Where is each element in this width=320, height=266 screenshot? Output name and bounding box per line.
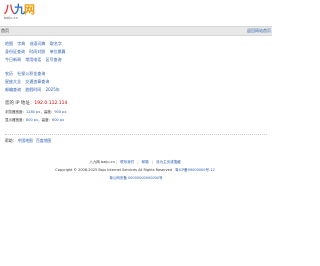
browser-size-label: 浏览器宽度：: [5, 110, 26, 114]
help-links: 帮助： 中国地图 百度地图: [5, 138, 53, 144]
link-row-6: 邮编查询 放假时间 2025年: [5, 86, 69, 94]
footer-site-name: 八九网: [89, 160, 100, 164]
page: 八九网 baiju.cn 首页 返回网站首页 地图 字典 成语词典 取名字 身份…: [0, 0, 272, 266]
screen-size-sep: ，高度：: [38, 118, 53, 122]
link-id-card-query[interactable]: 身份证查询: [5, 49, 25, 54]
footer-domain: baiju.cn: [101, 160, 115, 164]
ip-label: 您的 IP 地址：: [5, 101, 35, 106]
help-link-baidu-map[interactable]: 百度地图: [36, 138, 51, 143]
link-horoscope[interactable]: 星座大全: [5, 79, 21, 84]
link-map[interactable]: 地图: [5, 41, 13, 46]
link-row-2: 身份证查询 时间对照 单位换算: [5, 48, 69, 56]
help-link-china-map[interactable]: 中国地图: [18, 138, 33, 143]
home-breadcrumb[interactable]: 首页: [1, 28, 9, 34]
link-traffic-violation[interactable]: 交通违章查询: [25, 79, 49, 84]
police-record-link[interactable]: 粤公网安备 00000000000000号: [109, 176, 162, 180]
logo-glyphs: 八九网: [4, 3, 35, 16]
divider: [5, 134, 267, 135]
link-row-1: 地图 字典 成语词典 取名字: [5, 40, 69, 48]
back-to-home-link[interactable]: 返回网站首页: [247, 28, 271, 34]
link-social-security[interactable]: 社保公积金查询: [17, 71, 45, 76]
logo-domain: baiju.cn: [4, 16, 18, 20]
link-phone-numbers[interactable]: 常用电话: [25, 57, 41, 62]
site-logo[interactable]: 八九网 baiju.cn: [4, 3, 35, 22]
footer: 八九网 baiju.cn | 联系我们 | 邮箱 | 设为主页或搜藏 Copyr…: [0, 158, 272, 182]
tool-links: 地图 字典 成语词典 取名字 身份证查询 时间对照 单位换算 今日新闻 常用电话…: [5, 40, 69, 124]
footer-links: 八九网 baiju.cn | 联系我们 | 邮箱 | 设为主页或搜藏: [89, 160, 181, 164]
link-idiom-dictionary[interactable]: 成语词典: [30, 41, 46, 46]
browser-height: 900 px: [54, 110, 67, 114]
ip-value: 192.0.112.114: [34, 101, 68, 106]
screen-width: 800 px: [26, 118, 39, 122]
company-text: Baju Internet Services: [98, 168, 137, 172]
link-holidays[interactable]: 放假时间: [25, 87, 41, 92]
link-news-today[interactable]: 今日新闻: [5, 57, 21, 62]
ip-address-line: 您的 IP 地址：192.0.112.114: [5, 100, 69, 108]
link-lunar-calendar[interactable]: 农历: [5, 71, 13, 76]
footer-contact-link[interactable]: 联系我们: [120, 160, 134, 164]
footer-email-link[interactable]: 邮箱: [142, 160, 149, 164]
browser-width: 1280 px: [26, 110, 41, 114]
screen-size-label: 显示器宽度：: [5, 118, 26, 122]
link-dictionary[interactable]: 字典: [17, 41, 25, 46]
link-row-3: 今日新闻 常用电话 区号查询: [5, 56, 69, 64]
footer-police: 粤公网安备 00000000000000号: [0, 174, 272, 182]
link-naming[interactable]: 取名字: [50, 41, 62, 46]
help-label: 帮助：: [5, 138, 17, 143]
rights-text: All Rights Reserved: [138, 168, 172, 172]
screen-height: 600 px: [52, 118, 65, 122]
footer-copyright: Copyright © 2008-2025 Baju Internet Serv…: [0, 166, 272, 174]
link-area-code[interactable]: 区号查询: [46, 57, 62, 62]
copyright-text: Copyright © 2008-2025: [55, 168, 98, 172]
screen-size-line: 显示器宽度：800 px，高度：600 px: [5, 116, 69, 124]
footer-set-homepage-link[interactable]: 设为主页或搜藏: [156, 160, 181, 164]
browser-size-line: 浏览器宽度：1280 px，高度：900 px: [5, 108, 69, 116]
browser-size-sep: ，高度：: [40, 110, 55, 114]
link-year-2025[interactable]: 2025年: [46, 87, 60, 92]
link-unit-converter[interactable]: 单位换算: [50, 49, 66, 54]
link-postcode[interactable]: 邮编查询: [5, 87, 21, 92]
top-bar: 首页 返回网站首页: [0, 26, 272, 36]
link-row-4: 农历 社保公积金查询: [5, 70, 69, 78]
icp-link[interactable]: 粤ICP备09000000号-12: [175, 168, 215, 172]
link-row-5: 星座大全 交通违章查询: [5, 78, 69, 86]
link-time-compare[interactable]: 时间对照: [29, 49, 45, 54]
